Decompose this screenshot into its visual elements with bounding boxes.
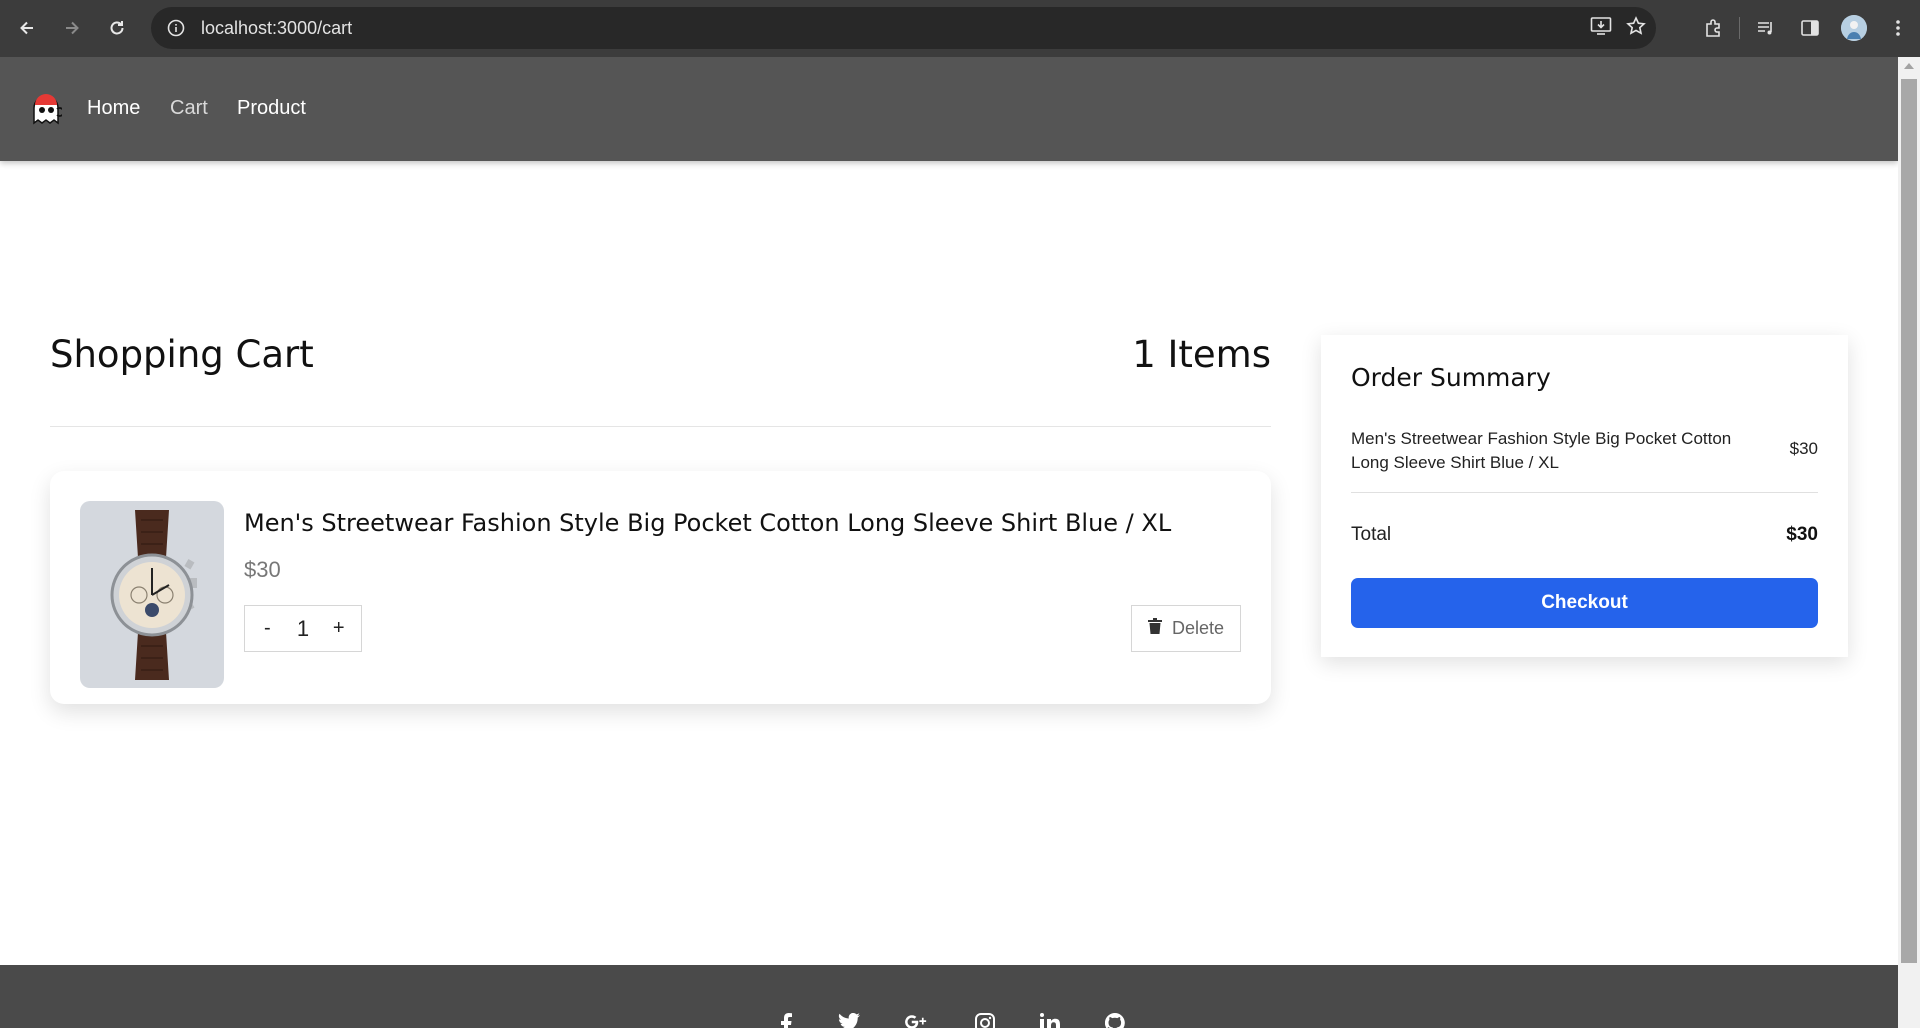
nav-link-product[interactable]: Product [237,97,306,120]
summary-divider [1351,492,1818,493]
cart-item-name[interactable]: Men's Streetwear Fashion Style Big Pocke… [244,509,1171,537]
increment-button[interactable]: + [324,617,354,640]
bookmark-star-icon[interactable] [1626,16,1646,40]
toolbar-separator [1739,17,1740,39]
cart-item-card: Men's Streetwear Fashion Style Big Pocke… [50,471,1271,704]
summary-title: Order Summary [1351,363,1551,392]
site-info-icon[interactable] [155,7,197,49]
browser-toolbar: localhost:3000/cart [0,0,1920,57]
url-text[interactable]: localhost:3000/cart [201,18,352,39]
facebook-icon[interactable] [775,1013,797,1028]
media-controls-icon[interactable] [1744,7,1788,49]
forward-icon[interactable] [50,6,94,50]
nav-link-cart[interactable]: Cart [170,97,208,120]
twitter-icon[interactable] [838,1013,860,1028]
extensions-icon[interactable] [1691,7,1735,49]
page-title: Shopping Cart [50,333,314,376]
back-icon[interactable] [5,6,49,50]
total-label: Total [1351,524,1392,545]
cart-divider [50,426,1271,427]
trash-icon [1147,618,1162,639]
wristwatch-icon [110,509,197,680]
page-scrollbar[interactable] [1898,57,1920,1028]
checkout-button[interactable]: Checkout [1351,578,1818,628]
scrollbar-thumb[interactable] [1901,79,1917,963]
install-app-icon[interactable] [1590,16,1612,40]
linkedin-icon[interactable] [1039,1013,1061,1028]
instagram-icon[interactable] [974,1013,996,1028]
cart-item-count: 1 Items [1132,333,1271,376]
scroll-up-arrow-icon[interactable] [1904,63,1914,69]
total-value: $30 [1786,524,1818,545]
cart-item-price: $30 [244,557,281,582]
quantity-stepper: - 1 + [244,605,362,652]
reload-icon[interactable] [95,6,139,50]
summary-item-price: $30 [1789,439,1818,458]
order-summary: Order Summary Men's Streetwear Fashion S… [1321,335,1848,657]
address-bar[interactable]: localhost:3000/cart [151,7,1656,49]
decrement-button[interactable]: - [252,617,282,640]
browser-menu-icon[interactable] [1876,7,1920,49]
quantity-value: 1 [296,615,310,641]
page-viewport: Home Cart Product Shopping Cart 1 Items … [0,57,1898,1028]
delete-label: Delete [1171,618,1225,638]
profile-avatar[interactable] [1832,7,1876,49]
product-image[interactable] [80,501,224,688]
delete-button[interactable]: Delete [1131,605,1241,652]
google-plus-icon[interactable] [905,1013,927,1028]
site-header: Home Cart Product [0,57,1898,161]
github-icon[interactable] [1104,1013,1126,1028]
side-panel-icon[interactable] [1788,7,1832,49]
site-footer [0,965,1898,1028]
nav-link-home[interactable]: Home [87,97,140,120]
summary-item-name: Men's Streetwear Fashion Style Big Pocke… [1351,429,1732,472]
ghost-logo-icon[interactable] [30,93,65,125]
